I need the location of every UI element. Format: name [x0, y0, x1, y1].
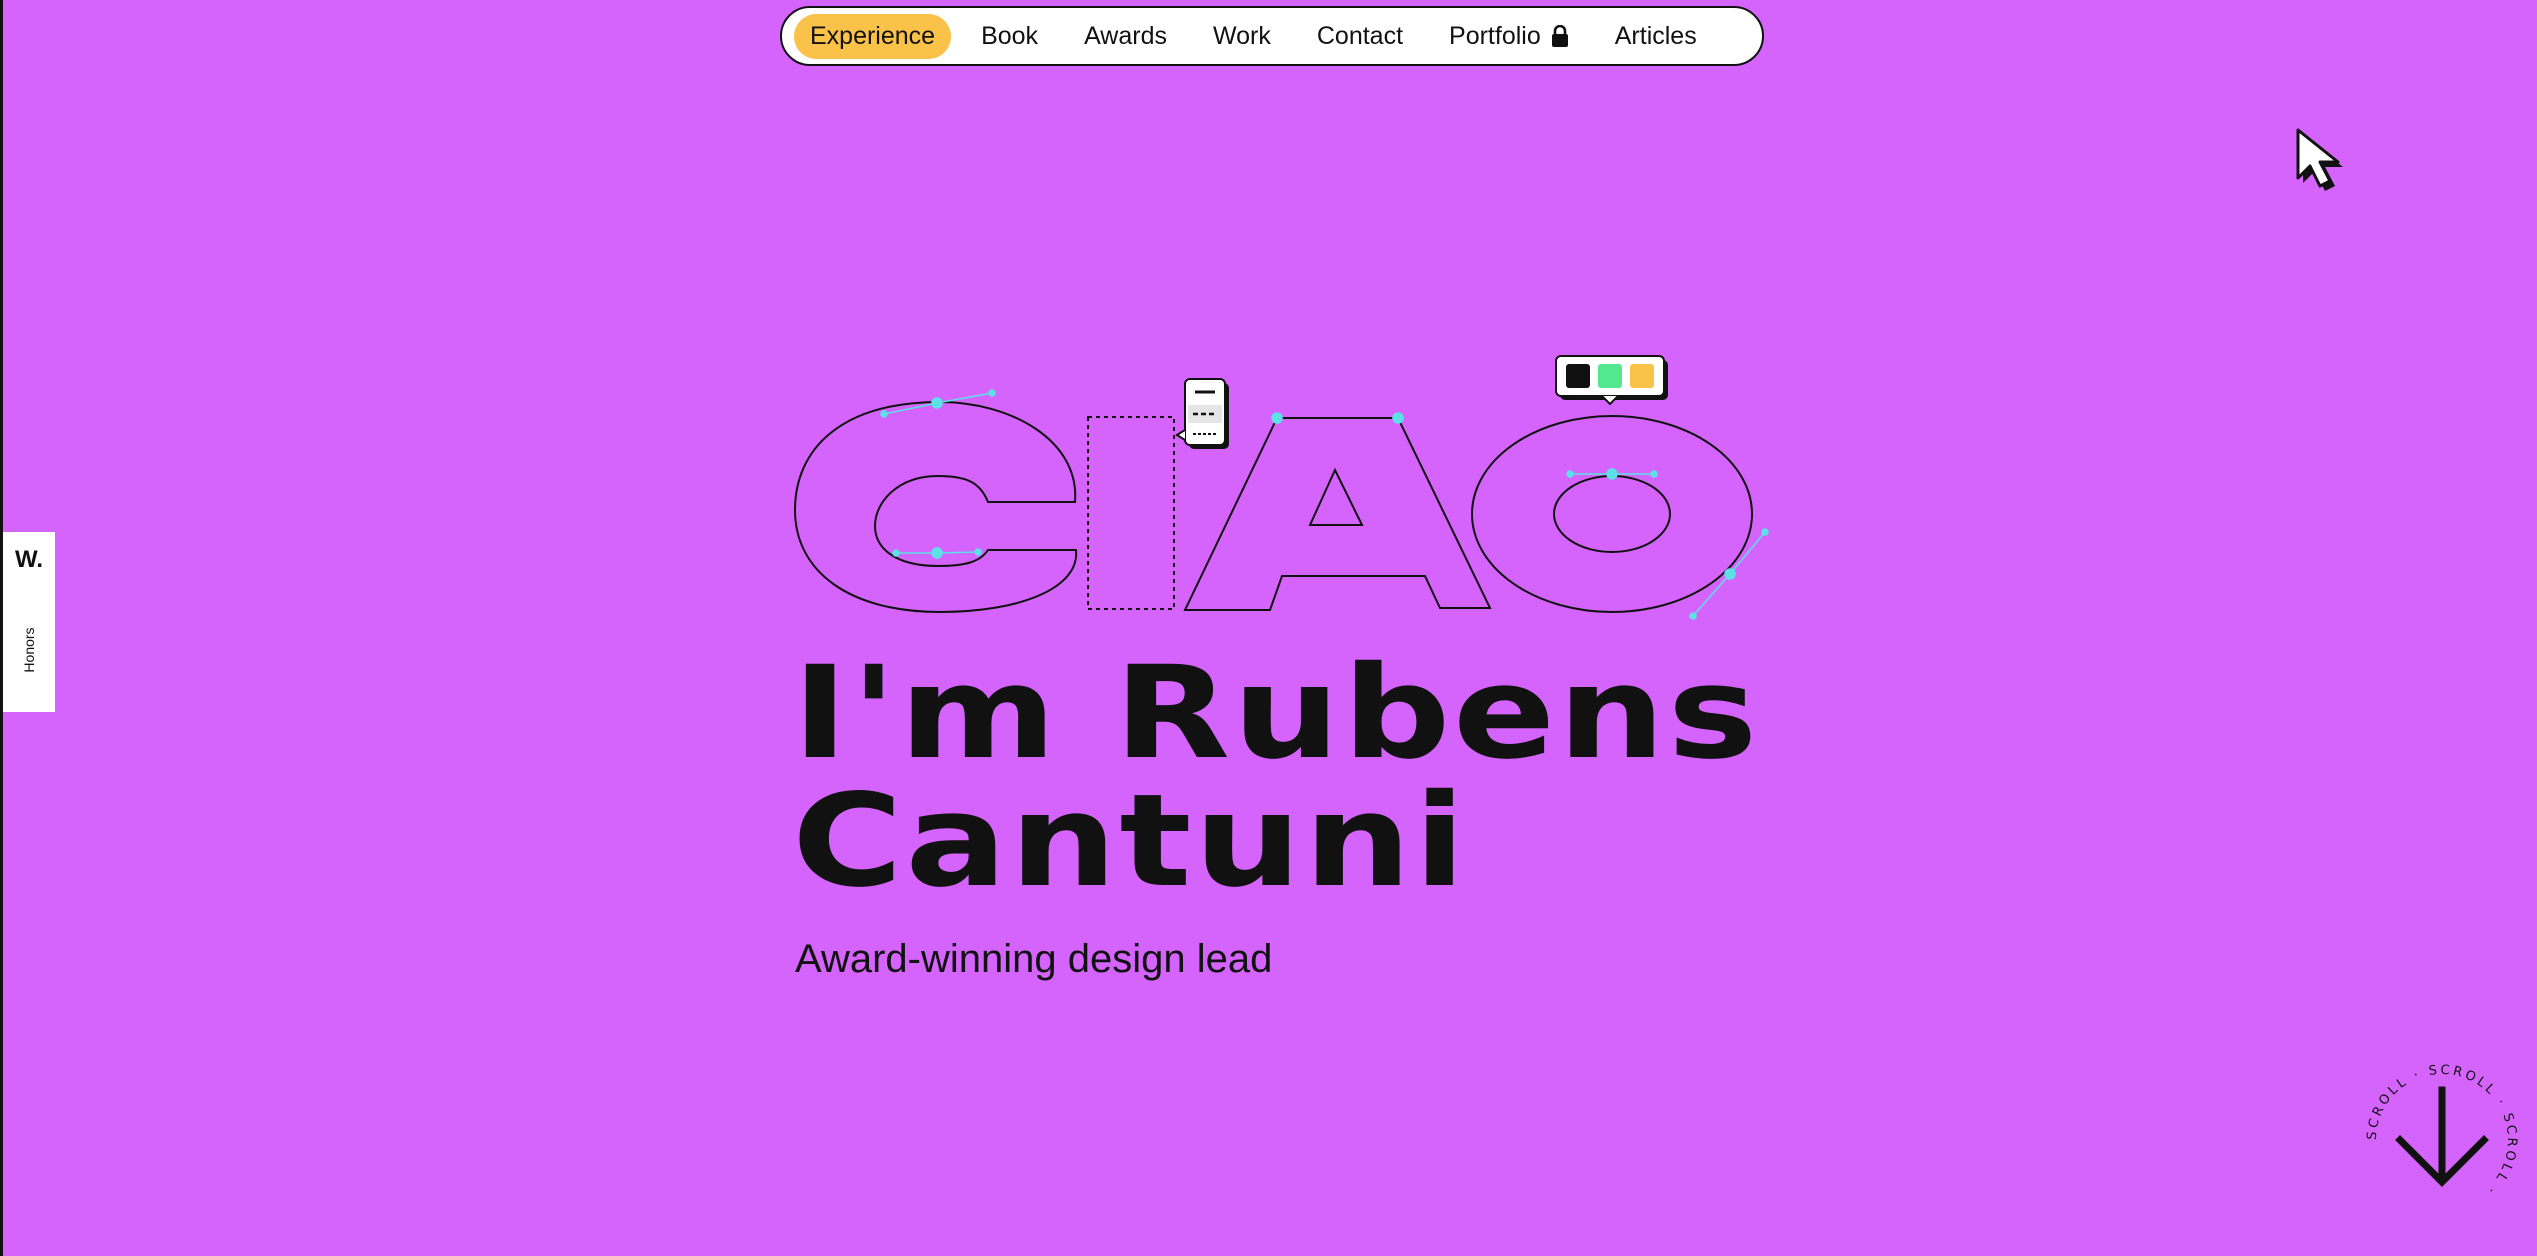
- scroll-indicator[interactable]: SCROLL · SCROLL · SCROLL ·: [2362, 1060, 2522, 1220]
- nav-item-book[interactable]: Book: [965, 14, 1054, 59]
- color-swatch-popup: [1555, 355, 1668, 406]
- letter-o-inner: [1553, 475, 1671, 553]
- hero-headline: I'm Rubens Cantuni: [792, 650, 1760, 906]
- nav-item-label: Articles: [1614, 21, 1697, 50]
- nav-item-label: Contact: [1316, 21, 1404, 50]
- letter-c-outline: [793, 400, 1078, 614]
- nav-item-portfolio[interactable]: Portfolio: [1433, 14, 1585, 59]
- top-navigation: Experience Book Awards Work Contact Port…: [780, 6, 1764, 66]
- nav-item-articles[interactable]: Articles: [1599, 14, 1713, 59]
- honors-badge[interactable]: W. Honors: [3, 532, 55, 712]
- stroke-style-popup: [1175, 378, 1229, 449]
- letter-a-outline: [1183, 417, 1492, 611]
- hero-subtitle: Award-winning design lead: [795, 937, 1273, 981]
- nav-item-label: Work: [1212, 21, 1271, 50]
- arrow-down-icon: [2395, 1086, 2489, 1187]
- letter-o-outer: [1471, 415, 1753, 613]
- nav-item-experience[interactable]: Experience: [794, 13, 952, 59]
- awwwards-logo: W.: [15, 546, 43, 573]
- bezier-handles: [880, 389, 1769, 620]
- ciao-letters: [793, 400, 1753, 614]
- headline-line-1: I'm Rubens: [792, 639, 1760, 788]
- nav-item-label: Book: [981, 21, 1039, 50]
- letter-a-counter: [1308, 467, 1364, 526]
- nav-item-label: Portfolio: [1449, 21, 1541, 50]
- nav-item-label: Awards: [1084, 21, 1167, 50]
- letter-i-selection: [1087, 416, 1175, 610]
- ciao-outline-graphic: [793, 355, 1769, 620]
- nav-item-work[interactable]: Work: [1197, 14, 1287, 59]
- lock-icon: [1551, 25, 1568, 47]
- honors-label: Honors: [21, 627, 37, 673]
- headline-line-2: Cantuni: [792, 767, 1468, 916]
- nav-item-contact[interactable]: Contact: [1301, 14, 1419, 59]
- nav-item-label: Experience: [810, 21, 936, 50]
- nav-item-awards[interactable]: Awards: [1068, 14, 1183, 59]
- cursor-arrow-icon: [2296, 128, 2343, 191]
